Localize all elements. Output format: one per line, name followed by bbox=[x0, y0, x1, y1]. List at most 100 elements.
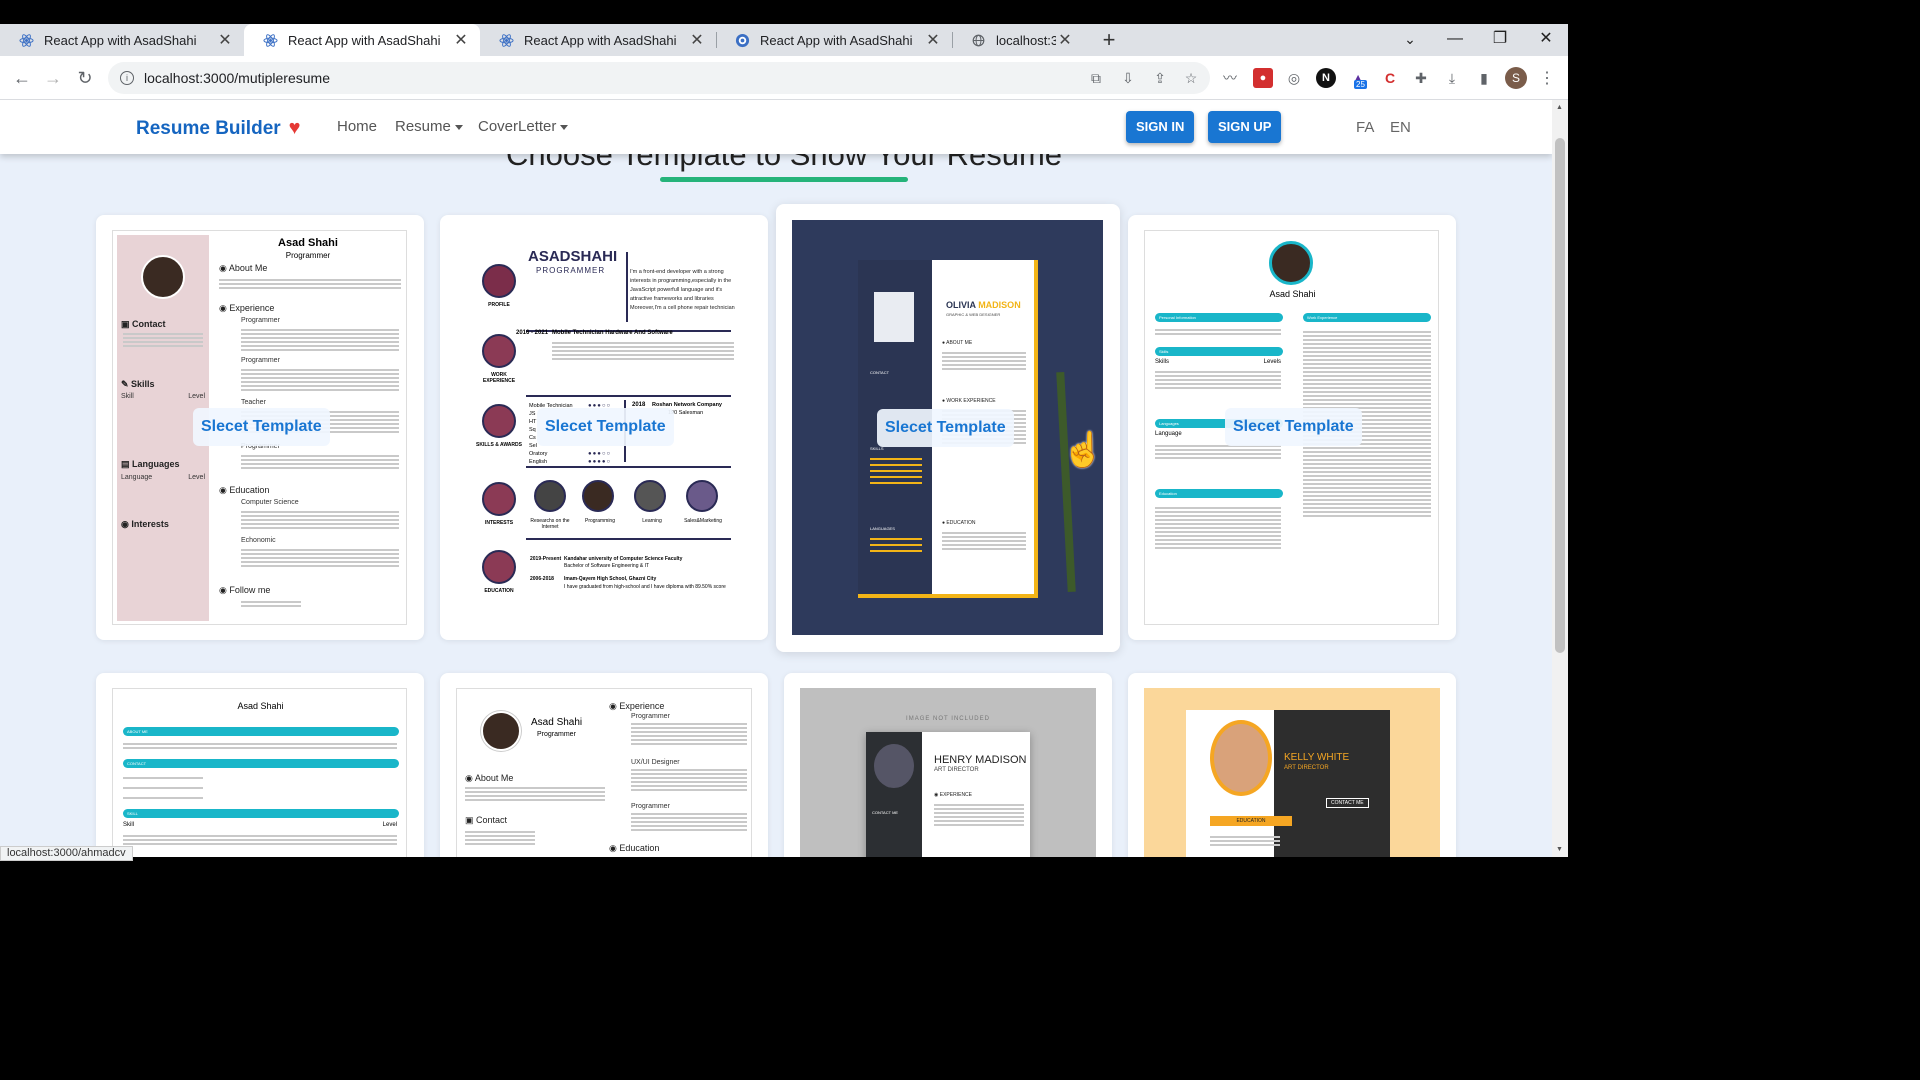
close-tab-icon[interactable]: ✕ bbox=[924, 30, 942, 50]
skill-name: Oratory bbox=[529, 451, 548, 457]
scrollbar-thumb[interactable] bbox=[1555, 138, 1565, 653]
react-favicon-icon bbox=[18, 32, 34, 48]
restore-icon[interactable]: ❐ bbox=[1480, 24, 1520, 56]
scroll-down-icon[interactable]: ▼ bbox=[1556, 846, 1563, 853]
brand-name: Resume Builder bbox=[136, 117, 281, 139]
install-icon[interactable]: ⇩ bbox=[1118, 68, 1138, 88]
tab-search-icon[interactable]: ⌄ bbox=[1390, 24, 1430, 56]
pencil-icon bbox=[1056, 371, 1076, 593]
close-tab-icon[interactable]: ✕ bbox=[1056, 30, 1074, 50]
section-bar: Work Experience bbox=[1303, 313, 1431, 322]
right-panel bbox=[1274, 710, 1390, 857]
degree: Computer Science bbox=[241, 499, 299, 506]
profile-avatar[interactable]: S bbox=[1505, 67, 1527, 89]
forward-icon[interactable]: → bbox=[41, 66, 65, 90]
nav-resume-dropdown[interactable]: Resume bbox=[395, 118, 463, 135]
contact-heading: ▣ Contact bbox=[465, 815, 508, 825]
template-card-3[interactable]: OLIVIA MADISON GRAPHIC & WEB DESIGNER ● … bbox=[776, 204, 1120, 652]
browser-tab[interactable]: React App with AsadShahi ✕ bbox=[480, 24, 716, 56]
scroll-up-icon[interactable]: ▲ bbox=[1556, 104, 1563, 111]
select-template-button[interactable]: Slecet Template bbox=[877, 409, 1014, 447]
tab-title: React App with AsadShahi bbox=[44, 32, 197, 48]
browser-tab[interactable]: React App with AsadShahi ✕ bbox=[0, 24, 244, 56]
job-title: Programmer bbox=[631, 713, 670, 720]
extension-n-icon[interactable]: N bbox=[1316, 68, 1336, 88]
job-title: Programmer bbox=[631, 803, 670, 810]
template-card-4[interactable]: Asad Shahi Personal Information Work Exp… bbox=[1128, 215, 1456, 640]
section-bar: ABOUT ME bbox=[123, 727, 399, 736]
label: Education bbox=[229, 485, 270, 495]
template-card-1[interactable]: ▣ Contact ✎ Skills Skill Level ▤ Language… bbox=[96, 215, 424, 640]
template-preview-6: Asad Shahi Programmer ◉ About Me ▣ Conta… bbox=[456, 688, 752, 857]
extension-wave-icon[interactable]: 〰 bbox=[1220, 68, 1240, 88]
select-template-button[interactable]: Slecet Template bbox=[537, 408, 674, 446]
nav-home[interactable]: Home bbox=[337, 118, 377, 135]
label: Follow me bbox=[229, 585, 271, 595]
lang-fa[interactable]: FA bbox=[1356, 119, 1374, 136]
image-note: IMAGE NOT INCLUDED bbox=[906, 716, 990, 722]
template-card-8[interactable]: KELLY WHITE ART DIRECTOR CONTACT ME EDUC… bbox=[1128, 673, 1456, 857]
side-panel-icon[interactable]: ▮ bbox=[1474, 68, 1494, 88]
template-card-2[interactable]: ASADSHAHI PROGRAMMER I'm a front-end dev… bbox=[440, 215, 768, 640]
back-icon[interactable]: ← bbox=[10, 66, 34, 90]
tab-bar: React App with AsadShahi ✕ React App wit… bbox=[0, 24, 1568, 56]
section-bar: Skills bbox=[1155, 347, 1283, 356]
label: Skill bbox=[123, 822, 135, 828]
first-name: OLIVIA bbox=[946, 300, 976, 310]
label: Contact bbox=[132, 319, 166, 329]
share-icon[interactable]: ⇪ bbox=[1150, 68, 1170, 88]
resume-name: ASADSHAHI bbox=[528, 248, 618, 265]
avatar bbox=[482, 264, 516, 298]
label: Level bbox=[188, 393, 205, 400]
template-card-6[interactable]: Asad Shahi Programmer ◉ About Me ▣ Conta… bbox=[440, 673, 768, 857]
browser-tab[interactable]: React App with AsadShahi ✕ bbox=[716, 24, 952, 56]
browser-tab-active[interactable]: React App with AsadShahi ✕ bbox=[244, 24, 480, 56]
select-template-button[interactable]: Slecet Template bbox=[1225, 408, 1362, 446]
about-heading: ◉ About Me bbox=[219, 263, 268, 273]
label: Levels bbox=[1263, 359, 1281, 365]
template-preview-5: Asad Shahi ABOUT ME CONTACT SKILL Skill L… bbox=[112, 688, 407, 857]
nav-coverletter-dropdown[interactable]: CoverLetter bbox=[478, 118, 569, 135]
resume-name: Asad Shahi bbox=[531, 717, 583, 728]
nav-coverletter-label: CoverLetter bbox=[478, 118, 557, 135]
extension-circle-icon[interactable]: ◎ bbox=[1284, 68, 1304, 88]
minimize-icon[interactable]: — bbox=[1435, 24, 1475, 56]
globe-icon bbox=[970, 32, 986, 48]
browser-toolbar: ← → ↻ i localhost:3000/mutipleresume ⧉ ⇩… bbox=[0, 56, 1568, 100]
close-window-icon[interactable]: ✕ bbox=[1526, 24, 1566, 56]
sign-in-button[interactable]: SIGN IN bbox=[1126, 111, 1195, 143]
sign-up-button[interactable]: SIGN UP bbox=[1208, 111, 1282, 143]
template-card-5[interactable]: Asad Shahi ABOUT ME CONTACT SKILL Skill L… bbox=[96, 673, 424, 857]
caret-down-icon bbox=[454, 124, 463, 130]
extension-red-icon[interactable]: ● bbox=[1253, 68, 1273, 88]
extensions-puzzle-icon[interactable]: ✚ bbox=[1411, 68, 1431, 88]
browser-tab[interactable]: localhost:300 ✕ bbox=[952, 24, 1084, 56]
template-card-7[interactable]: IMAGE NOT INCLUDED HENRY MADISON ART DIR… bbox=[784, 673, 1112, 857]
rule bbox=[526, 466, 731, 468]
label: About Me bbox=[474, 773, 514, 783]
experience-heading: ◉ EXPERIENCE bbox=[934, 792, 972, 798]
new-tab-button[interactable]: + bbox=[1098, 24, 1120, 56]
label: EDUCATION bbox=[946, 520, 976, 526]
info-icon[interactable]: i bbox=[120, 71, 134, 85]
briefcase-icon bbox=[482, 334, 516, 368]
label: About Me bbox=[228, 263, 268, 273]
open-in-app-icon[interactable]: ⧉ bbox=[1086, 68, 1106, 88]
edu-years: 2006-2018 bbox=[530, 576, 554, 582]
lang-en[interactable]: EN bbox=[1390, 119, 1411, 136]
select-template-button[interactable]: Slecet Template bbox=[193, 408, 330, 446]
bookmark-star-icon[interactable]: ☆ bbox=[1181, 68, 1201, 88]
reload-icon[interactable]: ↻ bbox=[73, 66, 97, 90]
address-bar[interactable]: i localhost:3000/mutipleresume bbox=[108, 62, 1210, 94]
brand-logo[interactable]: Resume Builder ♥ bbox=[136, 117, 301, 140]
close-tab-icon[interactable]: ✕ bbox=[452, 30, 470, 50]
extension-c-icon[interactable]: C bbox=[1380, 68, 1400, 88]
downloads-icon[interactable]: ⤓ bbox=[1442, 68, 1462, 88]
close-tab-icon[interactable]: ✕ bbox=[216, 30, 234, 50]
section-bar: Personal Information bbox=[1155, 313, 1283, 322]
page-scrollbar[interactable]: ▲ ▼ bbox=[1552, 100, 1568, 857]
close-tab-icon[interactable]: ✕ bbox=[688, 30, 706, 50]
menu-kebab-icon[interactable]: ⋮ bbox=[1537, 68, 1557, 88]
education-heading: ◉ Education bbox=[219, 485, 270, 495]
edu-sub: Bachelor of Software Engineering & IT bbox=[564, 563, 650, 569]
